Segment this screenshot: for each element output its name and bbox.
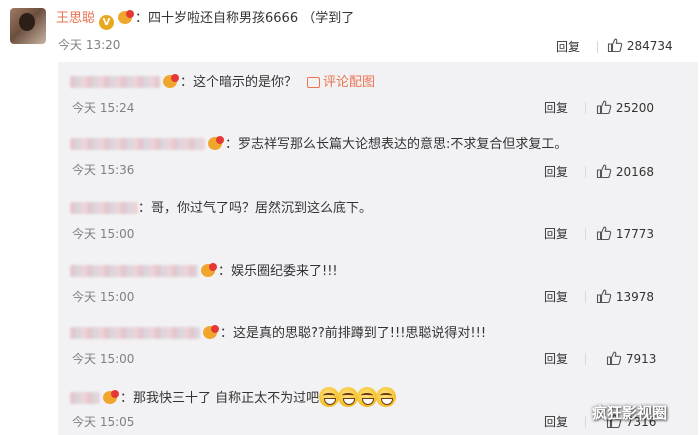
reply-line: ：这个暗示的是你？ 评论配图 (70, 73, 375, 93)
comment-time: 今天 13:20 (58, 38, 121, 52)
crown-icon (161, 74, 179, 89)
reply-button[interactable]: 回复 (544, 413, 568, 431)
list-item: ：哥，你过气了吗？居然沉到这么底下。 今天 15:00 回复 17773 (58, 188, 698, 250)
reply-time: 今天 15:00 (72, 227, 135, 241)
reply-text: ：罗志祥写那么长篇大论想表达的意思:不求复合但求复工。 (225, 137, 568, 152)
reply-time: 今天 15:36 (72, 163, 135, 177)
blurred-username[interactable] (70, 202, 138, 214)
reply-time: 今天 15:05 (72, 415, 135, 429)
list-item: ：这个暗示的是你？ 评论配图 今天 15:24 回复 25200 (58, 62, 698, 124)
reply-button[interactable]: 回复 (544, 350, 568, 368)
crown-icon (201, 325, 219, 340)
thumb-up-icon (596, 289, 612, 304)
watermark: 疯狂影视圈 (592, 404, 668, 422)
reply-time: 今天 15:00 (72, 352, 135, 366)
divider (585, 353, 586, 365)
thumb-up-icon (596, 100, 612, 115)
thumb-up-icon (607, 38, 623, 53)
reply-line: ：娱乐圈纪委来了!!! (70, 262, 338, 282)
thumb-up-icon (596, 164, 612, 179)
like-count: 17773 (615, 227, 655, 241)
divider (585, 291, 586, 303)
reply-button[interactable]: 回复 (556, 38, 580, 56)
reply-line: ：这是真的思聪??前排蹲到了!!!思聪说得对!!! (70, 324, 486, 344)
view-picture-link[interactable]: 评论配图 (307, 75, 375, 90)
reply-line: ：罗志祥写那么长篇大论想表达的意思:不求复合但求复工。 (70, 135, 567, 155)
blurred-username[interactable] (70, 392, 100, 404)
reply-time: 今天 15:24 (72, 101, 135, 115)
like-count: 20168 (615, 165, 655, 179)
divider (585, 228, 586, 240)
reply-button[interactable]: 回复 (544, 163, 568, 181)
reply-button[interactable]: 回复 (544, 288, 568, 306)
main-comment-line: 王思聪 V ：四十岁啦还自称男孩6666 （学到了 (56, 9, 355, 30)
reply-button[interactable]: 回复 (544, 225, 568, 243)
divider (585, 166, 586, 178)
thumb-up-icon (596, 226, 612, 241)
like-count: 7913 (625, 352, 657, 366)
reply-text: ：哥，你过气了吗？居然沉到这么底下。 (138, 201, 373, 216)
crown-icon (116, 10, 135, 25)
reply-list: ：这个暗示的是你？ 评论配图 今天 15:24 回复 25200 ：罗志祥写那么长… (58, 62, 698, 435)
crown-icon (206, 136, 224, 151)
like-count: 284734 (626, 39, 673, 53)
like-button[interactable]: 17773 (596, 225, 654, 243)
grin-emoji-icon (357, 387, 378, 407)
reply-button[interactable]: 回复 (544, 99, 568, 117)
list-item: ：罗志祥写那么长篇大论想表达的意思:不求复合但求复工。 今天 15:36 回复 … (58, 124, 698, 186)
divider (597, 41, 598, 53)
like-count: 25200 (615, 101, 655, 115)
divider (585, 416, 586, 428)
reply-text: ：那我快三十了 自称正太不为过吧 (120, 391, 320, 406)
list-item: ：娱乐圈纪委来了!!! 今天 15:00 回复 13978 (58, 251, 698, 313)
avatar[interactable] (10, 8, 46, 44)
list-item: ：这是真的思聪??前排蹲到了!!!思聪说得对!!! 今天 15:00 回复 79… (58, 313, 698, 375)
like-button[interactable]: 284734 (607, 37, 673, 55)
blurred-username[interactable] (70, 138, 205, 150)
like-button[interactable]: 7913 (606, 350, 656, 368)
view-picture-label: 评论配图 (323, 75, 376, 90)
like-count: 13978 (615, 290, 655, 304)
username-link[interactable]: 王思聪 (56, 11, 95, 26)
reply-line: ：哥，你过气了吗？居然沉到这么底下。 (70, 199, 372, 219)
picture-icon (307, 77, 321, 88)
crown-icon (101, 390, 119, 405)
grin-emoji-icon (338, 387, 359, 407)
verified-icon: V (99, 15, 115, 30)
thumb-up-icon (606, 351, 622, 366)
reply-time: 今天 15:00 (72, 290, 135, 304)
reply-text: ：这是真的思聪??前排蹲到了!!!思聪说得对!!! (220, 326, 487, 341)
like-button[interactable]: 25200 (596, 99, 654, 117)
reply-text: ：这个暗示的是你？ (180, 75, 298, 90)
main-comment: 王思聪 V ：四十岁啦还自称男孩6666 （学到了 今天 13:20 回复 2847… (0, 0, 700, 60)
blurred-username[interactable] (70, 327, 200, 339)
blurred-username[interactable] (70, 76, 160, 88)
comment-text: ：四十岁啦还自称男孩6666 （学到了 (135, 11, 355, 26)
grin-emoji-icon (376, 387, 397, 407)
divider (585, 102, 586, 114)
like-button[interactable]: 20168 (596, 163, 654, 181)
blurred-username[interactable] (70, 265, 198, 277)
like-button[interactable]: 13978 (596, 288, 654, 306)
reply-text: ：娱乐圈纪委来了!!! (218, 264, 338, 279)
crown-icon (199, 263, 217, 278)
grin-emoji-icon (319, 387, 340, 407)
reply-line: ：那我快三十了 自称正太不为过吧 (70, 387, 397, 407)
